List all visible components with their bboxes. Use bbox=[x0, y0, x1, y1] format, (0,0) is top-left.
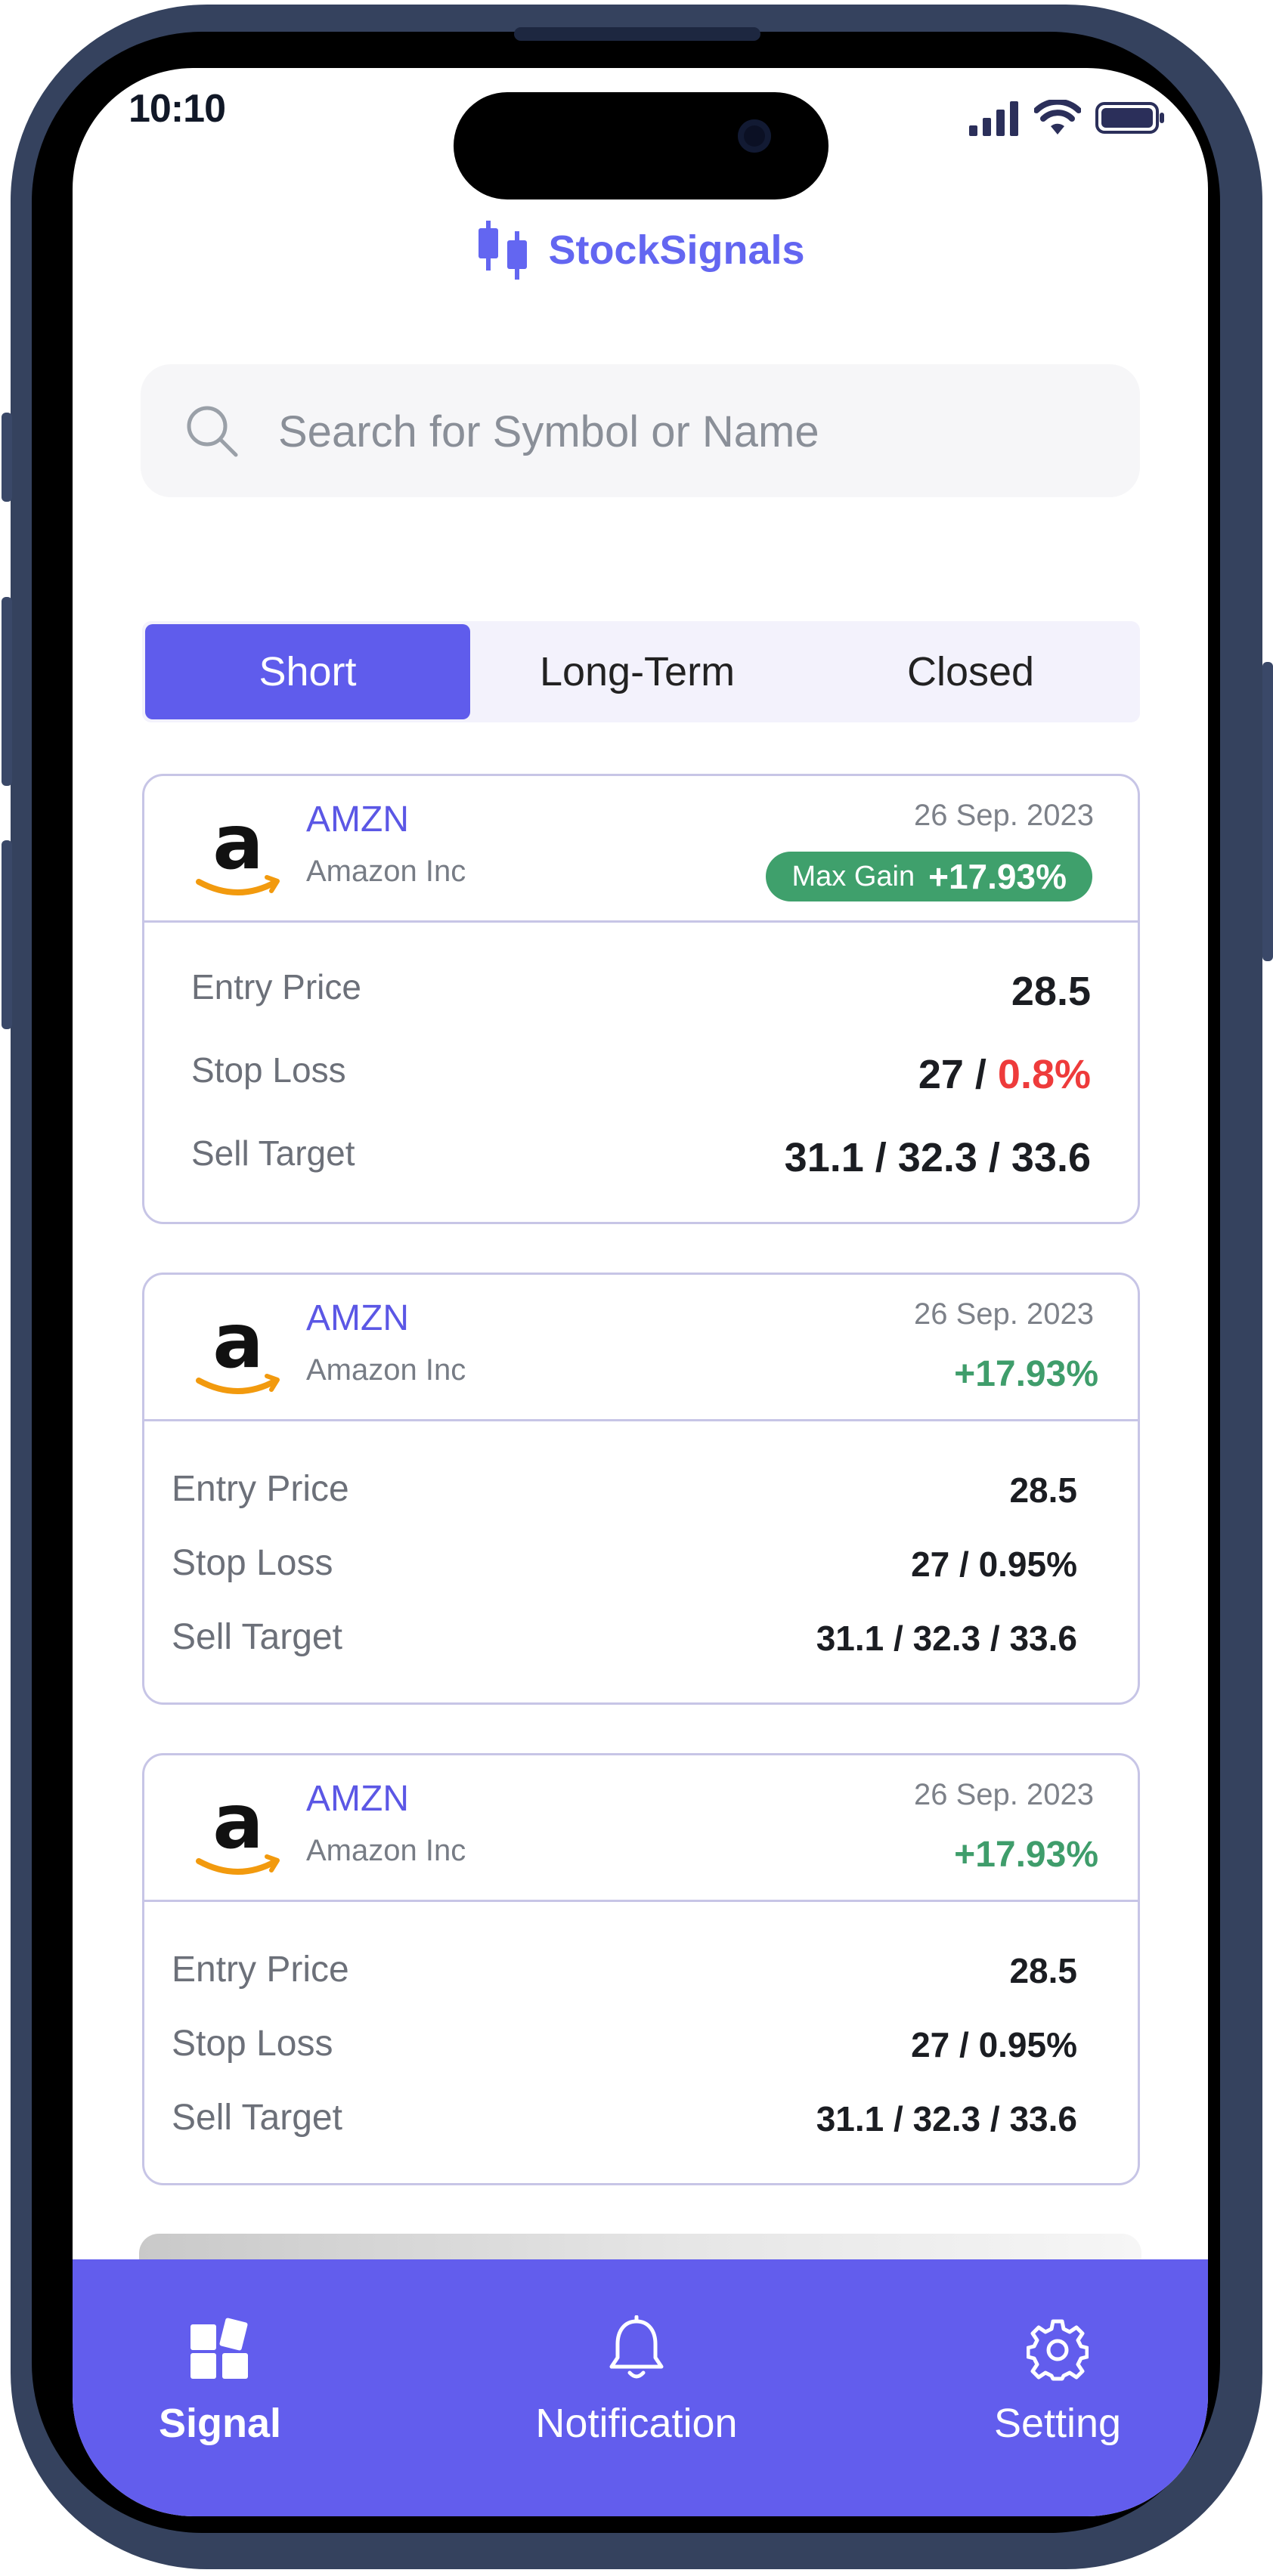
entry-price-label: Entry Price bbox=[172, 1469, 349, 1509]
badge-label: Max Gain bbox=[791, 860, 915, 892]
search-icon bbox=[187, 406, 238, 457]
svg-text:a: a bbox=[212, 803, 263, 886]
stop-loss-label: Stop Loss bbox=[172, 2024, 333, 2064]
svg-text:a: a bbox=[212, 1302, 263, 1385]
camera-icon bbox=[738, 119, 771, 153]
volume-up-button bbox=[2, 597, 12, 786]
nav-setting[interactable]: Setting bbox=[910, 2259, 1205, 2516]
tab-long-term[interactable]: Long-Term bbox=[475, 624, 800, 719]
company-name: Amazon Inc bbox=[306, 1834, 466, 1867]
stop-loss-value: 27 / 0.95% bbox=[911, 1545, 1077, 1584]
stop-loss-label: Stop Loss bbox=[172, 1543, 333, 1583]
gain-percent: +17.93% bbox=[954, 1835, 1098, 1875]
signal-card[interactable]: a AMZN Amazon Inc 26 Sep. 2023 +17.93% E… bbox=[142, 1753, 1140, 2185]
amazon-logo-icon: a bbox=[196, 1783, 280, 1875]
amazon-logo-icon: a bbox=[196, 803, 280, 895]
card-header: a AMZN Amazon Inc 26 Sep. 2023 Max Gain … bbox=[144, 776, 1138, 923]
sell-target-value: 31.1 / 32.3 / 33.6 bbox=[816, 2099, 1077, 2138]
company-name: Amazon Inc bbox=[306, 1353, 466, 1387]
signal-tabs: Short Long-Term Closed bbox=[142, 621, 1140, 722]
entry-price-label: Entry Price bbox=[191, 967, 361, 1007]
badge-value: +17.93% bbox=[928, 857, 1067, 896]
signal-date: 26 Sep. 2023 bbox=[914, 1297, 1094, 1331]
speaker-grille bbox=[514, 27, 760, 41]
stop-loss-label: Stop Loss bbox=[191, 1050, 346, 1090]
candlestick-logo-icon bbox=[479, 221, 528, 280]
entry-price-value: 28.5 bbox=[1009, 1470, 1077, 1510]
signal-card[interactable]: a AMZN Amazon Inc 26 Sep. 2023 Max Gain … bbox=[142, 774, 1140, 1224]
sell-target-value: 31.1 / 32.3 / 33.6 bbox=[784, 1135, 1091, 1180]
volume-down-button bbox=[2, 840, 12, 1029]
signal-date: 26 Sep. 2023 bbox=[914, 1778, 1094, 1811]
status-icons bbox=[968, 97, 1166, 139]
signal-date: 26 Sep. 2023 bbox=[914, 799, 1094, 832]
dashboard-icon bbox=[190, 2318, 248, 2379]
app-header: StockSignals bbox=[73, 218, 1208, 283]
entry-price-value: 28.5 bbox=[1009, 1951, 1077, 1990]
dynamic-island bbox=[454, 92, 829, 199]
signal-card[interactable]: a AMZN Amazon Inc 26 Sep. 2023 +17.93% E… bbox=[142, 1273, 1140, 1705]
card-header: a AMZN Amazon Inc 26 Sep. 2023 +17.93% bbox=[144, 1755, 1138, 1902]
ticker-symbol: AMZN bbox=[306, 1298, 409, 1338]
ticker-symbol: AMZN bbox=[306, 799, 409, 840]
nav-notification-label: Notification bbox=[535, 2401, 738, 2446]
search-bar[interactable] bbox=[141, 364, 1140, 497]
tab-short[interactable]: Short bbox=[145, 624, 470, 719]
nav-signal[interactable]: Signal bbox=[73, 2259, 367, 2516]
stop-loss-percent: 0.8% bbox=[997, 1052, 1091, 1097]
sell-target-value: 31.1 / 32.3 / 33.6 bbox=[816, 1619, 1077, 1658]
tab-closed[interactable]: Closed bbox=[804, 624, 1137, 719]
nav-notification[interactable]: Notification bbox=[485, 2259, 788, 2516]
bell-icon bbox=[609, 2315, 664, 2379]
max-gain-badge: Max Gain +17.93% bbox=[766, 852, 1092, 901]
sell-target-label: Sell Target bbox=[172, 1617, 342, 1657]
entry-price-label: Entry Price bbox=[172, 1950, 349, 1990]
ticker-symbol: AMZN bbox=[306, 1779, 409, 1819]
screen: 10:10 StockSignals Search for Symbol or … bbox=[73, 68, 1208, 2516]
nav-setting-label: Setting bbox=[993, 2401, 1122, 2446]
cellular-signal-icon bbox=[969, 101, 1018, 136]
sell-target-label: Sell Target bbox=[172, 2098, 342, 2138]
sell-target-label: Sell Target bbox=[191, 1133, 355, 1173]
bottom-nav: Signal Notification Setting bbox=[73, 2259, 1208, 2516]
app-name: StockSignals bbox=[548, 227, 805, 273]
card-header: a AMZN Amazon Inc 26 Sep. 2023 +17.93% bbox=[144, 1275, 1138, 1421]
status-time: 10:10 bbox=[129, 87, 226, 131]
gain-percent: +17.93% bbox=[954, 1354, 1098, 1394]
gear-icon bbox=[1027, 2319, 1089, 2381]
stop-loss-value: 27 / 0.95% bbox=[911, 2025, 1077, 2064]
svg-text:a: a bbox=[212, 1783, 263, 1866]
power-button bbox=[1262, 662, 1273, 961]
nav-signal-label: Signal bbox=[158, 2401, 282, 2446]
amazon-logo-icon: a bbox=[196, 1302, 280, 1394]
wifi-icon bbox=[1034, 100, 1081, 135]
action-button bbox=[2, 413, 12, 502]
stop-loss-value: 27 / 0.8% bbox=[918, 1051, 1091, 1098]
search-input[interactable] bbox=[277, 394, 1111, 469]
entry-price-value: 28.5 bbox=[1011, 969, 1091, 1014]
battery-icon bbox=[1095, 102, 1164, 134]
stop-loss-price: 27 / bbox=[918, 1052, 998, 1097]
company-name: Amazon Inc bbox=[306, 855, 466, 888]
